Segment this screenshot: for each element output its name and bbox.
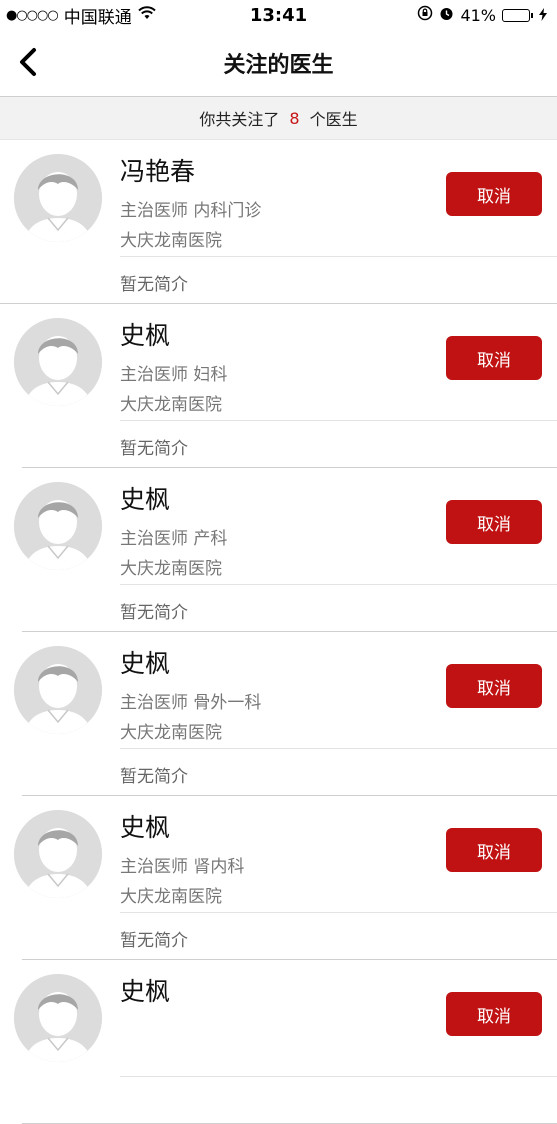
battery-icon: [502, 8, 533, 22]
doctor-intro: 暂无简介: [120, 931, 188, 951]
doctor-avatar: [14, 974, 102, 1062]
carrier-name: 中国联通: [63, 7, 132, 28]
card-divider: [120, 1076, 557, 1077]
doctor-hospital: 大庆龙南医院: [120, 887, 222, 907]
alarm-icon: [439, 6, 454, 25]
status-bar: ●○○○○ 中国联通 13:41 41%: [0, 0, 557, 30]
card-divider: [120, 256, 557, 257]
doctor-name: 冯艳春: [120, 157, 196, 186]
charging-icon: [539, 6, 547, 25]
nav-bar: 关注的医生: [0, 30, 557, 97]
doctor-avatar: [14, 810, 102, 898]
doctor-card[interactable]: 史枫 主治医师 产科 大庆龙南医院 暂无简介 取消: [14, 468, 557, 632]
doctor-card[interactable]: 史枫 主治医师 肾内科 大庆龙南医院 暂无简介 取消: [14, 796, 557, 960]
doctor-list: 冯艳春 主治医师 内科门诊 大庆龙南医院 暂无简介 取消 史枫 主治医师 妇科 …: [0, 140, 557, 1124]
unfollow-button[interactable]: 取消: [446, 172, 542, 216]
status-left: ●○○○○ 中国联通: [6, 3, 156, 28]
doctor-avatar: [14, 646, 102, 734]
doctor-title-department: 主治医师 妇科: [120, 365, 228, 385]
unfollow-button[interactable]: 取消: [446, 336, 542, 380]
doctor-avatar: [14, 318, 102, 406]
doctor-hospital: 大庆龙南医院: [120, 559, 222, 579]
followed-count: 8: [289, 108, 300, 128]
card-divider: [120, 584, 557, 585]
doctor-hospital: 大庆龙南医院: [120, 395, 222, 415]
doctor-name: 史枫: [120, 813, 171, 842]
signal-strength: ●○○○○: [6, 7, 59, 23]
unfollow-button[interactable]: 取消: [446, 992, 542, 1036]
doctor-card[interactable]: 史枫 主治医师 骨外一科 大庆龙南医院 暂无简介 取消: [14, 632, 557, 796]
doctor-name: 史枫: [120, 321, 171, 350]
doctor-card[interactable]: 冯艳春 主治医师 内科门诊 大庆龙南医院 暂无简介 取消: [0, 140, 557, 304]
card-divider: [120, 748, 557, 749]
page-title: 关注的医生: [223, 53, 334, 78]
doctor-hospital: 大庆龙南医院: [120, 231, 222, 251]
summary-suffix: 个医生: [309, 110, 358, 129]
doctor-card[interactable]: 史枫 主治医师 妇科 大庆龙南医院 暂无简介 取消: [14, 304, 557, 468]
battery-percent: 41%: [460, 5, 496, 25]
summary-prefix: 你共关注了: [199, 110, 280, 129]
unfollow-button[interactable]: 取消: [446, 664, 542, 708]
unfollow-button[interactable]: 取消: [446, 500, 542, 544]
rotation-lock-icon: [417, 5, 433, 25]
doctor-intro: 暂无简介: [120, 603, 188, 623]
doctor-avatar: [14, 154, 102, 242]
card-divider: [120, 912, 557, 913]
doctor-name: 史枫: [120, 649, 171, 678]
doctor-card[interactable]: 史枫 取消: [14, 960, 557, 1124]
doctor-name: 史枫: [120, 977, 171, 1006]
doctor-avatar: [14, 482, 102, 570]
doctor-title-department: 主治医师 内科门诊: [120, 201, 262, 221]
wifi-icon: [138, 5, 156, 25]
doctor-name: 史枫: [120, 485, 171, 514]
doctor-title-department: 主治医师 产科: [120, 529, 228, 549]
back-button[interactable]: [8, 42, 48, 82]
doctor-intro: 暂无简介: [120, 275, 188, 295]
doctor-intro: 暂无简介: [120, 439, 188, 459]
status-right: 41%: [417, 5, 547, 25]
follow-summary: 你共关注了 8 个医生: [0, 97, 557, 140]
doctor-title-department: 主治医师 骨外一科: [120, 693, 262, 713]
doctor-hospital: 大庆龙南医院: [120, 723, 222, 743]
doctor-intro: 暂无简介: [120, 767, 188, 787]
chevron-left-icon: [20, 48, 36, 76]
card-divider: [120, 420, 557, 421]
unfollow-button[interactable]: 取消: [446, 828, 542, 872]
doctor-title-department: 主治医师 肾内科: [120, 857, 245, 877]
